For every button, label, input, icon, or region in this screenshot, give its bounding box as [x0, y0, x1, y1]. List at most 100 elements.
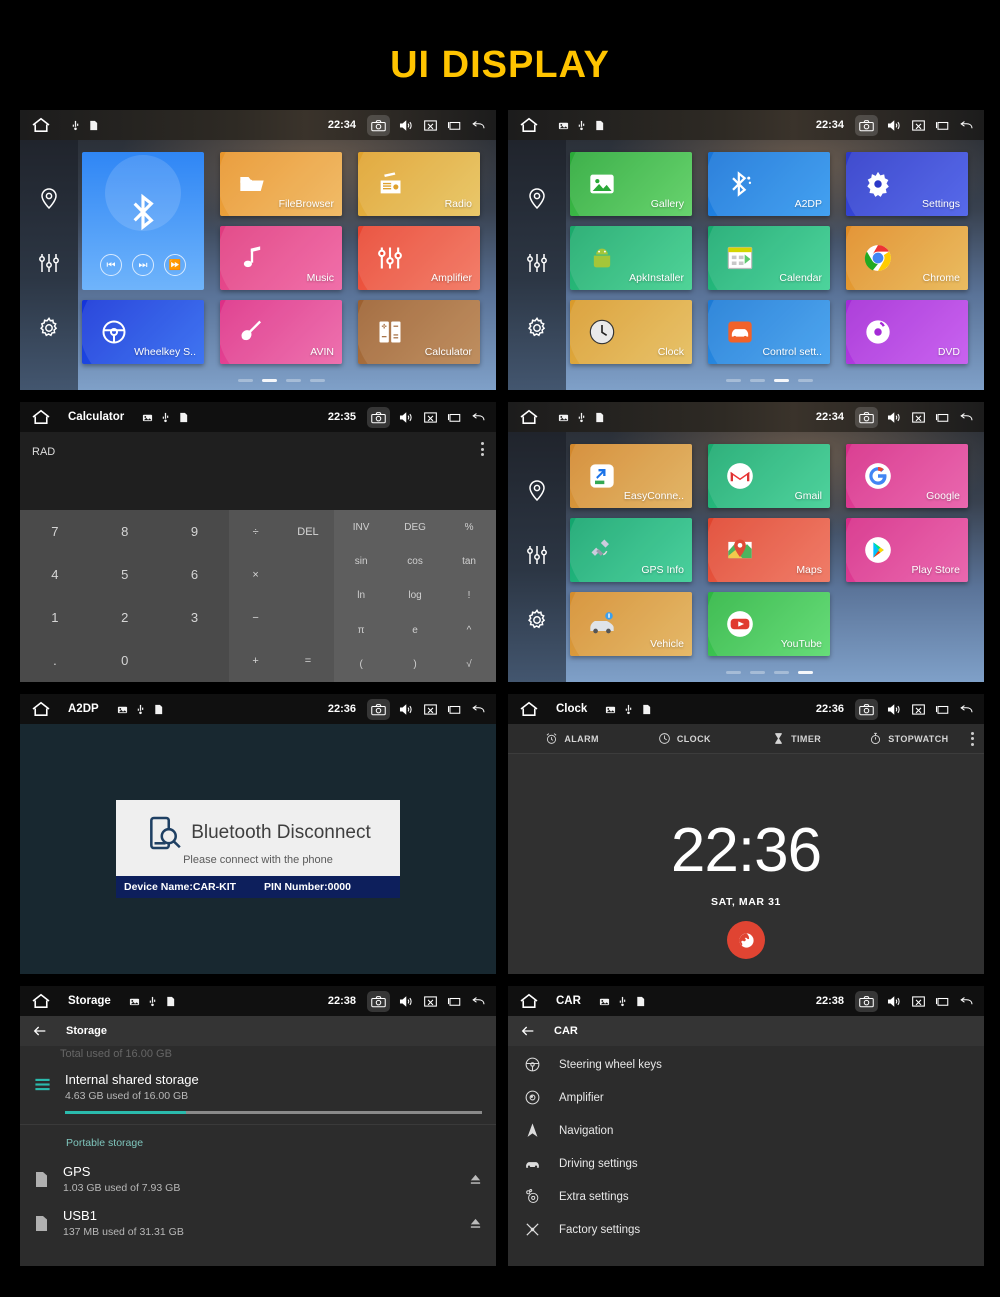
- app-tile-settings[interactable]: Settings: [846, 152, 968, 216]
- app-tile-vehicle[interactable]: Vehicle: [570, 592, 692, 656]
- camera-button[interactable]: [855, 406, 878, 428]
- camera-button[interactable]: [367, 406, 390, 428]
- close-box-icon[interactable]: [423, 994, 438, 1009]
- playpause-button[interactable]: ⏭: [132, 254, 154, 276]
- close-box-icon[interactable]: [423, 702, 438, 717]
- home-icon[interactable]: [518, 117, 540, 133]
- back-icon[interactable]: [471, 410, 486, 425]
- location-pin-icon[interactable]: [37, 186, 61, 210]
- app-tile-calculator[interactable]: Calculator: [358, 300, 480, 364]
- app-tile-easyconnect[interactable]: EasyConne..: [570, 444, 692, 508]
- recents-icon[interactable]: [447, 994, 462, 1009]
- app-tile-maps[interactable]: Maps: [708, 518, 830, 582]
- app-tile-chrome[interactable]: Chrome: [846, 226, 968, 290]
- app-tile-filebrowser[interactable]: FileBrowser: [220, 152, 342, 216]
- key-sin[interactable]: sin: [334, 544, 388, 578]
- page-dot-active[interactable]: [261, 379, 277, 382]
- home-icon[interactable]: [518, 993, 540, 1009]
- key-ln[interactable]: ln: [334, 579, 388, 613]
- back-icon[interactable]: [959, 702, 974, 717]
- kebab-menu-icon[interactable]: [481, 442, 484, 456]
- page-dot[interactable]: [237, 379, 253, 382]
- internal-storage-row[interactable]: Internal shared storage 4.63 GB used of …: [20, 1060, 496, 1125]
- key-2[interactable]: 2: [90, 596, 160, 639]
- back-icon[interactable]: [959, 994, 974, 1009]
- recents-icon[interactable]: [935, 410, 950, 425]
- page-dot[interactable]: [773, 671, 789, 674]
- volume-icon[interactable]: [887, 702, 902, 717]
- arrow-back-icon[interactable]: [32, 1023, 48, 1039]
- close-box-icon[interactable]: [911, 118, 926, 133]
- recents-icon[interactable]: [935, 994, 950, 1009]
- home-icon[interactable]: [30, 993, 52, 1009]
- key-e[interactable]: e: [388, 613, 442, 647]
- app-tile-calendar[interactable]: Calendar: [708, 226, 830, 290]
- page-dot[interactable]: [797, 379, 813, 382]
- equalizer-icon[interactable]: [525, 543, 549, 567]
- key-multiply[interactable]: ×: [229, 553, 281, 596]
- app-tile-amplifier[interactable]: Amplifier: [358, 226, 480, 290]
- close-box-icon[interactable]: [423, 118, 438, 133]
- tab-alarm[interactable]: ALARM: [516, 732, 628, 745]
- page-dot[interactable]: [725, 379, 741, 382]
- close-box-icon[interactable]: [911, 410, 926, 425]
- key-delete[interactable]: DEL: [282, 510, 334, 553]
- key-percent[interactable]: %: [442, 510, 496, 544]
- recents-icon[interactable]: [935, 118, 950, 133]
- close-box-icon[interactable]: [423, 410, 438, 425]
- app-tile-youtube[interactable]: YouTube: [708, 592, 830, 656]
- arrow-back-icon[interactable]: [520, 1023, 536, 1039]
- camera-button[interactable]: [367, 114, 390, 136]
- app-tile-gallery[interactable]: Gallery: [570, 152, 692, 216]
- app-tile-avin[interactable]: AVIN: [220, 300, 342, 364]
- key-decimal[interactable]: .: [20, 639, 90, 682]
- eject-icon[interactable]: [469, 1217, 482, 1230]
- key-cos[interactable]: cos: [388, 544, 442, 578]
- volume-icon[interactable]: [887, 118, 902, 133]
- kebab-menu-icon[interactable]: [965, 731, 976, 746]
- car-item-extra-settings[interactable]: Extra settings: [508, 1180, 984, 1213]
- equalizer-icon[interactable]: [37, 251, 61, 275]
- tab-stopwatch[interactable]: STOPWATCH: [853, 732, 965, 745]
- volume-icon[interactable]: [399, 118, 414, 133]
- key-3[interactable]: 3: [160, 596, 230, 639]
- recents-icon[interactable]: [447, 410, 462, 425]
- car-item-navigation[interactable]: Navigation: [508, 1114, 984, 1147]
- key-power[interactable]: ^: [442, 613, 496, 647]
- gear-icon[interactable]: [525, 608, 549, 632]
- close-box-icon[interactable]: [911, 702, 926, 717]
- page-dot[interactable]: [749, 671, 765, 674]
- location-pin-icon[interactable]: [525, 186, 549, 210]
- camera-button[interactable]: [367, 698, 390, 720]
- key-plus[interactable]: +: [229, 639, 281, 682]
- app-tile-control-settings[interactable]: Control sett..: [708, 300, 830, 364]
- car-item-driving-settings[interactable]: Driving settings: [508, 1147, 984, 1180]
- eject-icon[interactable]: [469, 1173, 482, 1186]
- key-pi[interactable]: π: [334, 613, 388, 647]
- recents-icon[interactable]: [447, 702, 462, 717]
- home-icon[interactable]: [30, 117, 52, 133]
- camera-button[interactable]: [855, 698, 878, 720]
- key-sqrt[interactable]: √: [442, 648, 496, 682]
- app-tile-a2dp[interactable]: A2DP: [708, 152, 830, 216]
- key-0[interactable]: 0: [90, 639, 160, 682]
- home-icon[interactable]: [30, 409, 52, 425]
- home-icon[interactable]: [518, 701, 540, 717]
- app-tile-gmail[interactable]: Gmail: [708, 444, 830, 508]
- car-item-steering-wheel-keys[interactable]: Steering wheel keys: [508, 1048, 984, 1081]
- gear-icon[interactable]: [525, 316, 549, 340]
- key-7[interactable]: 7: [20, 510, 90, 553]
- back-icon[interactable]: [471, 994, 486, 1009]
- prev-button[interactable]: ⏮: [100, 254, 122, 276]
- tab-clock[interactable]: CLOCK: [628, 732, 740, 745]
- portable-storage-row-usb1[interactable]: USB1 137 MB used of 31.31 GB: [20, 1201, 496, 1245]
- camera-button[interactable]: [367, 990, 390, 1012]
- key-1[interactable]: 1: [20, 596, 90, 639]
- equalizer-icon[interactable]: [525, 251, 549, 275]
- recents-icon[interactable]: [447, 118, 462, 133]
- app-tile-apkinstaller[interactable]: ApkInstaller: [570, 226, 692, 290]
- key-log[interactable]: log: [388, 579, 442, 613]
- key-equals[interactable]: =: [282, 639, 334, 682]
- car-item-amplifier[interactable]: Amplifier: [508, 1081, 984, 1114]
- app-tile-play-store[interactable]: Play Store: [846, 518, 968, 582]
